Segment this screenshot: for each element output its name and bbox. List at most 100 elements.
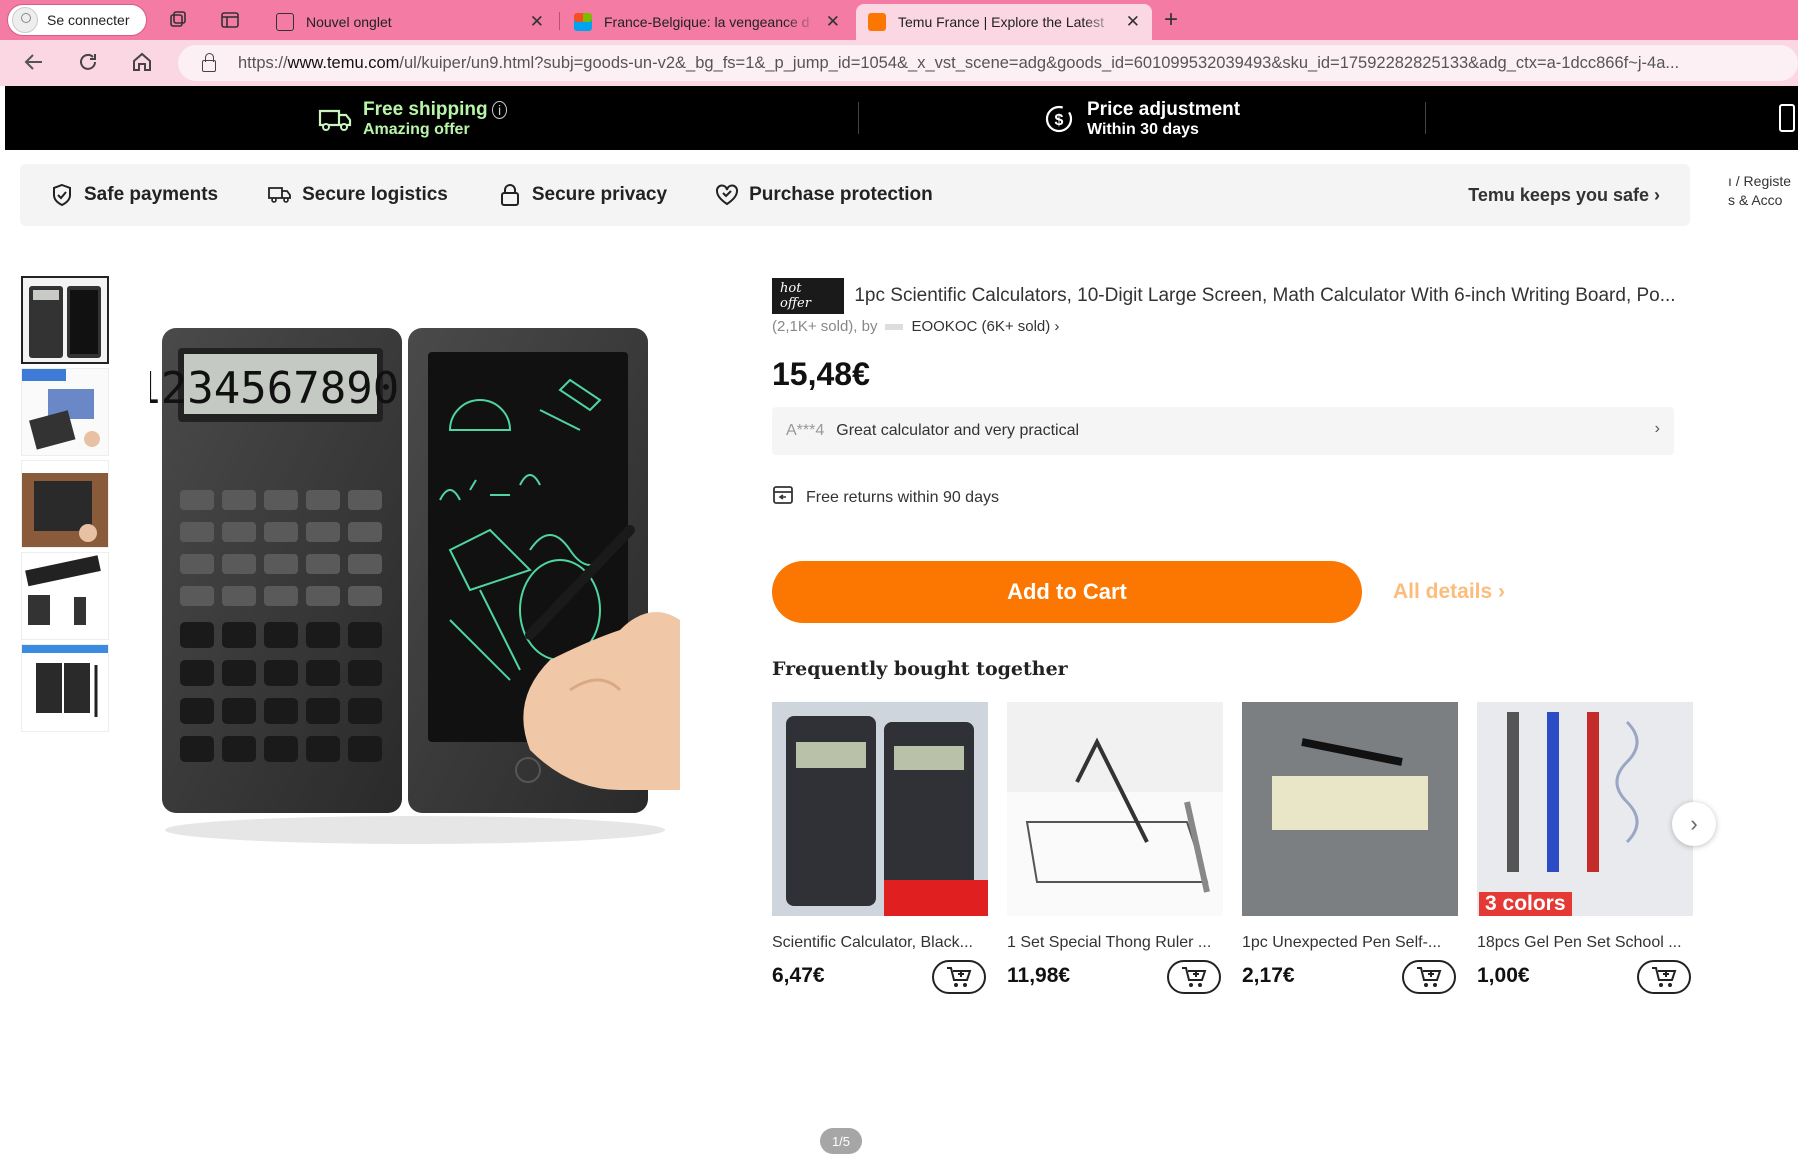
promo-divider — [858, 102, 859, 134]
tab-france-belgique[interactable]: France-Belgique: la vengeance d ✕ — [562, 4, 852, 40]
temu-keeps-you-safe-link[interactable]: Temu keeps you safe › — [1468, 185, 1660, 206]
tab-close-icon[interactable]: ✕ — [826, 12, 840, 32]
fbt-image-2[interactable] — [1007, 702, 1223, 916]
fbt-name-2: 1 Set Special Thong Ruler ... — [1007, 934, 1212, 951]
tab-actions-icon[interactable] — [218, 8, 242, 32]
product-main-image[interactable]: 1234567890. 1/5 — [134, 290, 862, 1154]
new-tab-icon — [276, 13, 294, 31]
thumbnail-1[interactable] — [21, 276, 109, 364]
svg-text:$: $ — [1055, 112, 1064, 129]
purchase-protection[interactable]: Purchase protection — [715, 183, 933, 207]
info-icon[interactable]: i — [492, 101, 508, 119]
image-pager: 1/5 — [820, 1128, 862, 1154]
sold-count: (2,1K+ sold), by — [772, 318, 878, 335]
store-logo-icon — [885, 323, 904, 330]
fbt-image-1[interactable] — [772, 702, 988, 916]
thumbnail-5[interactable] — [21, 644, 109, 732]
fbt-name-4: 18pcs Gel Pen Set School ... — [1477, 934, 1682, 951]
home-icon[interactable] — [130, 50, 154, 80]
safe-payments-label: Safe payments — [84, 184, 219, 205]
heart-shield-icon — [715, 183, 739, 207]
truck-icon — [317, 101, 353, 137]
promo-banner: Free shipping i Amazing offer $ Price ad… — [5, 86, 1798, 150]
back-icon[interactable] — [22, 50, 46, 80]
fbt-card-3[interactable]: 1pc Unexpected Pen Self-... 2,17€ — [1242, 702, 1458, 994]
carousel-next-button[interactable]: › — [1672, 802, 1716, 846]
secure-privacy-label: Secure privacy — [531, 184, 668, 205]
fbt-image-3[interactable] — [1242, 702, 1458, 916]
secure-privacy[interactable]: Secure privacy — [498, 183, 667, 207]
safety-bar: Safe payments Secure logistics Secure pr… — [20, 164, 1690, 226]
fbt-card-1[interactable]: Scientific Calculator, Black... 6,47€ — [772, 702, 988, 994]
url-text: https://www.temu.com/ul/kuiper/un9.html?… — [238, 53, 1680, 72]
add-to-cart-button[interactable]: Add to Cart — [772, 561, 1362, 623]
shield-check-icon — [50, 183, 74, 207]
sold-info: (2,1K+ sold), by EOOKOC (6K+ sold) › — [772, 318, 1059, 335]
partial-promo-icon — [1779, 104, 1795, 132]
review-text: Great calculator and very practical — [836, 422, 1080, 439]
price-adjust-icon: $ — [1041, 101, 1077, 137]
tab-label: Nouvel onglet — [306, 14, 392, 30]
fbt-card-4[interactable]: 3 colors 18pcs Gel Pen Set School ... 1,… — [1477, 702, 1693, 994]
lock-icon — [498, 183, 522, 207]
profile-button[interactable]: Se connecter — [7, 4, 147, 36]
microsoft-icon — [574, 13, 592, 31]
profile-label: Se connecter — [47, 12, 130, 28]
side-panel-peek[interactable]: ı / Registe s & Acco — [1728, 172, 1791, 210]
add-to-cart-icon[interactable] — [1167, 960, 1221, 994]
lcd-display: 1234567890. — [150, 363, 426, 414]
tab-separator — [559, 12, 560, 30]
fbt-card-2[interactable]: 1 Set Special Thong Ruler ... 11,98€ — [1007, 702, 1223, 994]
store-link[interactable]: EOOKOC (6K+ sold) › — [911, 318, 1059, 335]
add-to-cart-icon[interactable] — [932, 960, 986, 994]
fbt-image-4[interactable]: 3 colors — [1477, 702, 1693, 916]
product-title-row: hot offer 1pc Scientific Calculators, 10… — [772, 278, 1692, 314]
url-field[interactable]: https://www.temu.com/ul/kuiper/un9.html?… — [178, 45, 1798, 81]
purchase-protection-label: Purchase protection — [749, 184, 933, 205]
fbt-name-1: Scientific Calculator, Black... — [772, 934, 973, 951]
thumbnail-2[interactable] — [21, 368, 109, 456]
product-price: 15,48€ — [772, 356, 870, 392]
thumbnail-list — [21, 276, 109, 736]
tab-label: France-Belgique: la vengeance d — [604, 14, 810, 30]
safe-payments[interactable]: Safe payments — [50, 183, 218, 207]
tab-label: Temu France | Explore the Latest — [898, 14, 1104, 30]
thumbnail-3[interactable] — [21, 460, 109, 548]
colors-badge: 3 colors — [1479, 892, 1572, 916]
reviewer-name: A***4 — [786, 422, 825, 439]
fbt-name-3: 1pc Unexpected Pen Self-... — [1242, 934, 1442, 951]
tab-close-icon[interactable]: ✕ — [1126, 12, 1140, 32]
free-returns[interactable]: Free returns within 90 days — [772, 485, 999, 510]
all-details-link[interactable]: All details › — [1393, 580, 1505, 604]
tab-new-tab[interactable]: Nouvel onglet ✕ — [264, 4, 556, 40]
hot-offer-badge: hot offer — [772, 278, 845, 314]
chevron-right-icon: › — [1654, 185, 1660, 205]
price-adjustment-title: Price adjustment — [1087, 99, 1241, 120]
secure-logistics[interactable]: Secure logistics — [268, 183, 448, 207]
truck-icon — [268, 183, 292, 207]
free-shipping-promo[interactable]: Free shipping i Amazing offer — [317, 99, 508, 139]
promo-divider — [1425, 102, 1426, 134]
free-shipping-sub: Amazing offer — [363, 121, 470, 138]
add-to-cart-icon[interactable] — [1402, 960, 1456, 994]
new-tab-button[interactable]: + — [1164, 6, 1178, 34]
profile-avatar-icon — [12, 7, 38, 33]
collections-icon[interactable] — [166, 8, 190, 32]
add-to-cart-icon[interactable] — [1637, 960, 1691, 994]
review-snippet[interactable]: A***4 Great calculator and very practica… — [772, 407, 1674, 455]
returns-box-icon — [772, 485, 794, 510]
tab-temu[interactable]: Temu France | Explore the Latest ✕ — [856, 4, 1152, 40]
temu-icon — [868, 13, 886, 31]
frequently-bought-title: Frequently bought together — [772, 658, 1068, 680]
lock-icon[interactable] — [202, 53, 216, 72]
price-adjustment-promo[interactable]: $ Price adjustment Within 30 days — [1041, 99, 1240, 139]
reload-icon[interactable] — [76, 50, 100, 80]
product-title: 1pc Scientific Calculators, 10-Digit Lar… — [854, 285, 1676, 306]
chevron-right-icon: › — [1654, 420, 1660, 437]
thumbnail-4[interactable] — [21, 552, 109, 640]
tab-close-icon[interactable]: ✕ — [530, 12, 544, 32]
price-adjustment-sub: Within 30 days — [1087, 121, 1199, 138]
address-bar-row: https://www.temu.com/ul/kuiper/un9.html?… — [0, 40, 1798, 86]
free-shipping-title: Free shipping — [363, 99, 488, 120]
returns-text: Free returns within 90 days — [806, 488, 999, 506]
